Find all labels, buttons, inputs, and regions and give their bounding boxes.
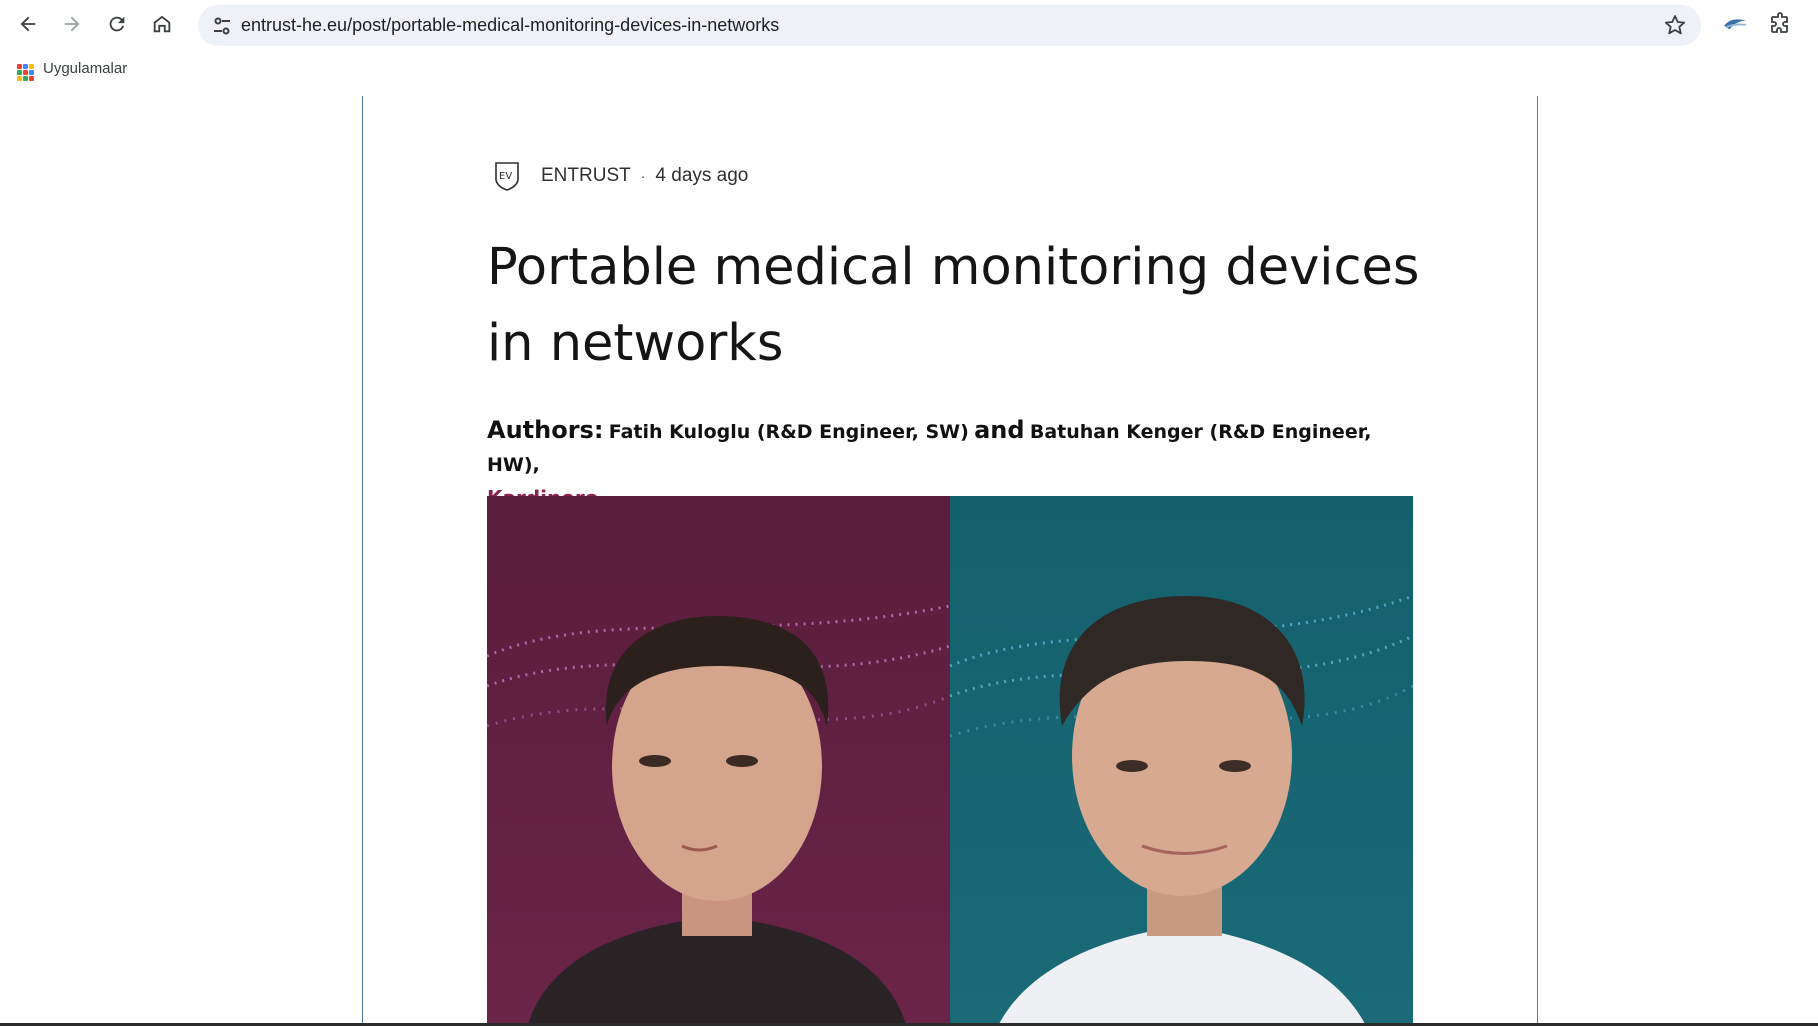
arrow-left-icon: [20, 16, 36, 32]
entrust-logo-icon[interactable]: EV: [493, 160, 521, 192]
home-button[interactable]: [144, 6, 180, 42]
author-1: Fatih Kuloglu (R&D Engineer, SW): [608, 421, 969, 443]
article: EV ENTRUST · 4 days ago Portable medical…: [362, 96, 1538, 1026]
bookmarks-bar: Uygulamalar: [0, 48, 1818, 94]
hero-image: [487, 496, 1413, 1026]
back-button[interactable]: [10, 6, 46, 42]
site-info-icon[interactable]: [210, 14, 234, 38]
meta-separator: ·: [640, 168, 646, 184]
web-page: EV ENTRUST · 4 days ago Portable medical…: [0, 94, 1818, 1026]
forward-button[interactable]: [54, 6, 90, 42]
browser-toolbar: entrust-he.eu/post/portable-medical-moni…: [0, 0, 1818, 48]
authors-photo: [487, 496, 1413, 1026]
puzzle-icon: [1771, 12, 1788, 33]
extension-button[interactable]: [1717, 6, 1753, 42]
authors-conjunction: and: [974, 416, 1025, 444]
post-author[interactable]: ENTRUST: [541, 165, 631, 187]
bookmark-label: Uygulamalar: [43, 60, 128, 77]
extension-logo-icon: [1724, 19, 1746, 30]
extensions-menu-button[interactable]: [1762, 6, 1798, 42]
home-icon: [153, 15, 171, 33]
post-meta: EV ENTRUST · 4 days ago: [493, 160, 748, 192]
arrow-right-icon: [64, 16, 80, 32]
post-date: 4 days ago: [655, 165, 749, 186]
svg-text:EV: EV: [499, 171, 512, 182]
reload-button[interactable]: [99, 6, 135, 42]
post-title: Portable medical monitoring devices in n…: [487, 238, 1420, 373]
url-text[interactable]: entrust-he.eu/post/portable-medical-moni…: [241, 5, 779, 46]
apps-grid-icon: [17, 64, 34, 81]
bookmark-star-icon[interactable]: [1663, 13, 1687, 37]
authors-label: Authors:: [487, 416, 604, 444]
reload-icon: [109, 16, 125, 32]
address-bar[interactable]: entrust-he.eu/post/portable-medical-moni…: [198, 5, 1701, 46]
